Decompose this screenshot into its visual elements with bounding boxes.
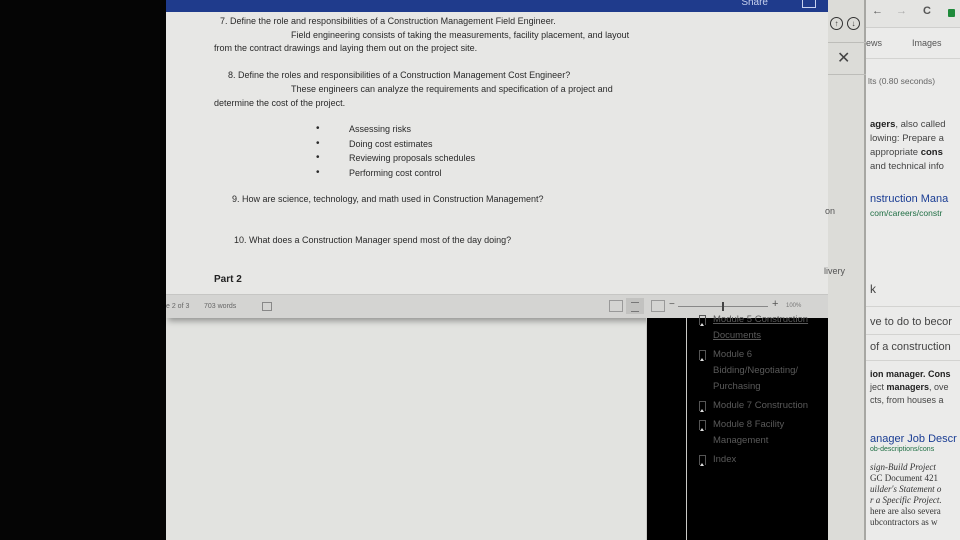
bookmark-index[interactable]: Index — [696, 452, 846, 468]
bullet-item: Assessing risks — [316, 122, 475, 137]
close-icon[interactable]: ✕ — [837, 48, 850, 68]
bookmark-icon — [699, 315, 706, 326]
question-9: 9. How are science, technology, and math… — [232, 194, 544, 204]
bookmark-pane: Module 5 Construction Documents Module 6… — [696, 312, 846, 471]
partial-text: livery — [824, 266, 846, 276]
tab-images[interactable]: Images — [912, 38, 942, 48]
zoom-in-button[interactable]: + — [772, 298, 778, 310]
comment-icon[interactable] — [802, 0, 816, 8]
divider — [866, 306, 960, 307]
cost-engineer-bullet-list: Assessing risks Doing cost estimates Rev… — [316, 122, 475, 180]
screen-bezel — [0, 0, 166, 540]
snippet-line: appropriate cons — [870, 147, 943, 158]
pane-divider — [646, 318, 647, 540]
scroll-down-icon[interactable]: ↓ — [847, 17, 860, 30]
bookmark-module-8[interactable]: Module 8 Facility Management — [696, 417, 846, 449]
question-8: 8. Define the roles and responsibilities… — [228, 70, 571, 80]
bullet-item: Performing cost control — [316, 166, 475, 181]
snippet-line: ion manager. Cons — [870, 369, 951, 379]
result-title-link[interactable]: nstruction Mana — [870, 193, 948, 205]
proofing-icon[interactable] — [262, 302, 272, 311]
related-question[interactable]: ve to do to becor — [870, 316, 952, 328]
word-window: Share 7. Define the role and responsibil… — [166, 0, 828, 318]
book-excerpt-image[interactable]: sign-Build Project GC Document 421 uilde… — [870, 462, 960, 528]
forward-button[interactable]: → — [896, 5, 907, 17]
bullet-item: Doing cost estimates — [316, 137, 475, 152]
background-area — [166, 318, 646, 540]
partial-text: on — [825, 206, 836, 216]
answer-8-line-1: These engineers can analyze the requirem… — [291, 84, 613, 94]
read-mode-button[interactable] — [609, 300, 623, 312]
bookmark-module-6[interactable]: Module 6 Bidding/Negotiating/ Purchasing — [696, 347, 846, 395]
part-heading: Part 2 — [214, 274, 242, 285]
bookmark-icon — [699, 455, 706, 466]
snippet-line: ject managers, ove — [870, 382, 949, 392]
reload-button[interactable]: C — [923, 5, 931, 17]
answer-7-line-2: from the contract drawings and laying th… — [214, 43, 478, 53]
divider — [828, 74, 866, 75]
tab-news[interactable]: ews — [866, 38, 882, 48]
word-count[interactable]: 703 words — [204, 303, 236, 310]
bookmark-module-5[interactable]: Module 5 Construction Documents — [696, 312, 846, 344]
divider — [866, 334, 960, 335]
back-button[interactable]: ← — [872, 5, 883, 17]
snippet-line: and technical info — [870, 161, 944, 172]
question-7: 7. Define the role and responsibilities … — [220, 16, 556, 26]
pane-divider — [686, 318, 687, 540]
print-layout-button[interactable] — [626, 298, 644, 314]
result-title-link[interactable]: anager Job Descr — [870, 433, 957, 445]
browser-window: ← → C ews Images lts (0.80 seconds) ager… — [866, 0, 960, 540]
word-titlebar: Share — [166, 0, 828, 12]
bookmark-icon — [699, 350, 706, 361]
answer-7-line-1: Field engineering consists of taking the… — [291, 30, 630, 40]
document-page[interactable]: 7. Define the role and responsibilities … — [166, 12, 828, 294]
result-url: ob-descriptions/cons — [870, 446, 935, 453]
web-layout-button[interactable] — [651, 300, 665, 312]
bookmark-module-7[interactable]: Module 7 Construction — [696, 398, 846, 414]
zoom-slider-thumb[interactable] — [722, 302, 724, 311]
divider — [828, 42, 866, 43]
share-button[interactable]: Share — [741, 0, 768, 8]
scroll-up-icon[interactable]: ↑ — [830, 17, 843, 30]
answer-8-line-2: determine the cost of the project. — [214, 98, 346, 108]
result-stats: lts (0.80 seconds) — [868, 76, 936, 86]
snippet-line: agers, also called — [870, 119, 946, 130]
related-heading: k — [870, 282, 876, 296]
related-question[interactable]: of a construction — [870, 341, 951, 353]
result-url: com/careers/constr — [870, 208, 943, 218]
snippet-line: cts, from houses a — [870, 395, 944, 405]
bookmark-icon — [699, 401, 706, 412]
page-indicator[interactable]: e 2 of 3 — [166, 303, 189, 310]
bookmark-icon — [699, 420, 706, 431]
divider — [866, 58, 960, 59]
zoom-out-button[interactable]: − — [669, 299, 675, 310]
question-10: 10. What does a Construction Manager spe… — [234, 235, 512, 245]
divider — [866, 360, 960, 361]
lock-icon — [948, 9, 955, 17]
zoom-level[interactable]: 100% — [786, 303, 801, 309]
snippet-line: lowing: Prepare a — [870, 133, 944, 144]
bullet-item: Reviewing proposals schedules — [316, 151, 475, 166]
browser-toolbar: ← → C — [866, 0, 960, 28]
